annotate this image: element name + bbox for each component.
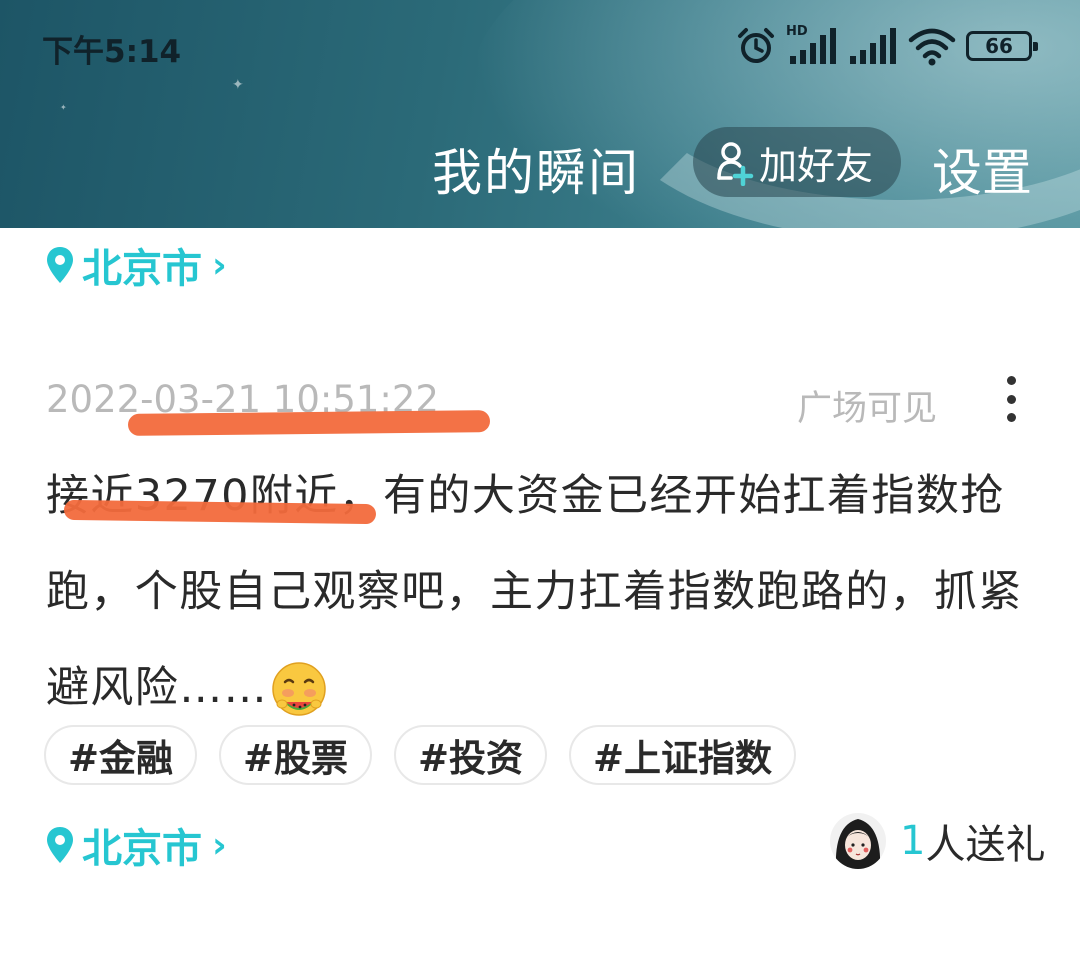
status-time: 下午5:14 bbox=[42, 34, 182, 70]
settings-button[interactable]: 设置 bbox=[932, 133, 1032, 205]
location-link[interactable]: 北京市 › bbox=[44, 816, 227, 874]
app-header: ✦ ✦ 下午5:14 HD 66 我的瞬间 加好友 设置 bbox=[0, 0, 1080, 228]
chevron-right-icon: › bbox=[212, 824, 227, 866]
location-pin-icon bbox=[47, 247, 73, 283]
location-link[interactable]: 北京市 › bbox=[44, 236, 227, 294]
tag-chip[interactable]: #金融 bbox=[44, 725, 198, 785]
battery-level: 66 bbox=[985, 34, 1013, 58]
tag-chip[interactable]: #股票 bbox=[219, 725, 373, 785]
signal-hd-icon: HD bbox=[786, 24, 838, 66]
star-icon: ✦ bbox=[232, 77, 244, 93]
add-user-icon bbox=[715, 140, 755, 187]
chevron-right-icon: › bbox=[212, 244, 227, 286]
more-options-icon[interactable] bbox=[996, 376, 1026, 422]
gift-label: 人送礼 bbox=[925, 822, 1046, 868]
gift-count: 1 bbox=[900, 818, 926, 864]
tag-chip[interactable]: #上证指数 bbox=[569, 725, 797, 785]
tag-list: #金融 #股票 #投资 #上证指数 bbox=[44, 725, 797, 785]
location-label: 北京市 bbox=[82, 826, 202, 872]
wifi-icon bbox=[908, 28, 956, 66]
annotation-underline bbox=[127, 410, 491, 436]
star-icon: ✦ bbox=[60, 103, 67, 112]
gift-summary[interactable]: 1 人送礼 bbox=[830, 812, 1045, 870]
post-visibility: 广场可见 bbox=[797, 389, 938, 429]
avatar bbox=[830, 813, 886, 869]
battery-icon: 66 bbox=[966, 31, 1038, 61]
alarm-icon bbox=[738, 28, 774, 63]
page-title: 我的瞬间 bbox=[432, 144, 640, 202]
status-icons: HD 66 bbox=[736, 24, 1038, 68]
signal-icon bbox=[850, 28, 896, 64]
watermelon-face-emoji-icon bbox=[270, 656, 328, 716]
location-pin-icon bbox=[47, 827, 73, 863]
location-label: 北京市 bbox=[82, 246, 202, 292]
tag-chip[interactable]: #投资 bbox=[394, 725, 548, 785]
add-friend-label: 加好友 bbox=[759, 143, 874, 188]
post-text: 接近3270附近，有的大资金已经开始扛着指数抢跑，个股自己观察吧，主力扛着指数跑… bbox=[46, 448, 1046, 736]
add-friend-button[interactable]: 加好友 bbox=[693, 127, 901, 197]
